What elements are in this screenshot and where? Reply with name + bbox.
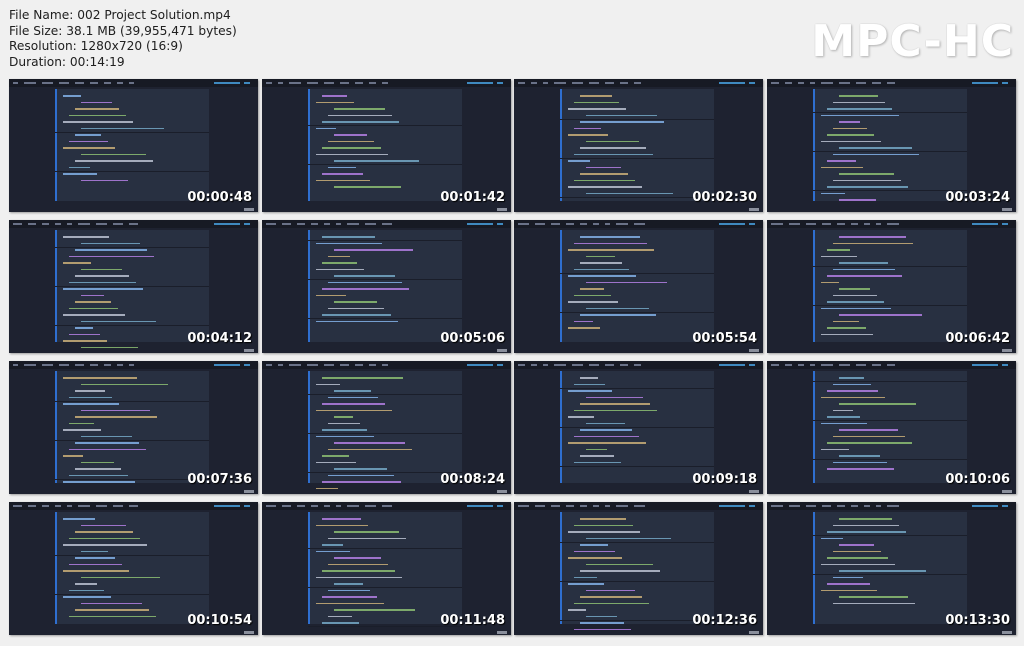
thumbnail-corner-mark	[1002, 490, 1012, 493]
video-thumbnail: 00:06:42	[767, 220, 1016, 353]
editor-menu-bar	[262, 79, 511, 87]
thumbnail-timestamp: 00:07:36	[187, 472, 252, 487]
code-editor-area	[308, 230, 462, 342]
video-thumbnail: 00:00:48	[9, 79, 258, 212]
resolution: Resolution: 1280x720 (16:9)	[9, 39, 183, 54]
thumbnail-timestamp: 00:02:30	[692, 190, 757, 205]
thumbnail-corner-mark	[244, 490, 254, 493]
editor-menu-bar	[767, 361, 1016, 369]
video-thumbnail: 00:09:18	[514, 361, 763, 494]
editor-menu-bar	[9, 79, 258, 87]
code-editor-area	[55, 230, 209, 348]
thumbnail-corner-mark	[497, 490, 507, 493]
video-thumbnail: 00:12:36	[514, 502, 763, 635]
video-thumbnail: 00:01:42	[262, 79, 511, 212]
thumbnail-corner-mark	[244, 349, 254, 352]
video-thumbnail: 00:04:12	[9, 220, 258, 353]
code-editor-area	[813, 89, 967, 201]
editor-menu-bar	[767, 502, 1016, 510]
thumbnail-timestamp: 00:10:06	[945, 472, 1010, 487]
video-thumbnail: 00:13:30	[767, 502, 1016, 635]
code-editor-area	[55, 371, 209, 483]
editor-menu-bar	[262, 502, 511, 510]
thumbnail-timestamp: 00:13:30	[945, 613, 1010, 628]
code-editor-area	[813, 230, 967, 342]
video-thumbnail: 00:11:48	[262, 502, 511, 635]
thumbnail-timestamp: 00:01:42	[440, 190, 505, 205]
video-thumbnail: 00:05:06	[262, 220, 511, 353]
code-editor-area	[308, 512, 462, 627]
code-editor-area	[55, 89, 209, 201]
code-editor-area	[560, 371, 714, 483]
code-editor-area	[560, 512, 714, 630]
mpc-hc-logo: MPC-HC	[811, 16, 1014, 67]
thumbnail-timestamp: 00:08:24	[440, 472, 505, 487]
editor-menu-bar	[262, 220, 511, 228]
editor-menu-bar	[514, 79, 763, 87]
code-editor-area	[813, 512, 967, 624]
code-editor-area	[560, 230, 714, 342]
thumbnail-corner-mark	[497, 349, 507, 352]
code-editor-area	[308, 89, 462, 201]
code-editor-area	[560, 89, 714, 201]
thumbnail-timestamp: 00:05:06	[440, 331, 505, 346]
file-info: File Name: 002 Project Solution.mp4 File…	[9, 8, 237, 70]
editor-menu-bar	[9, 220, 258, 228]
video-thumbnail: 00:10:06	[767, 361, 1016, 494]
thumbnail-timestamp: 00:10:54	[187, 613, 252, 628]
thumbnail-grid: 00:00:48 00:01:42 00:02:30 00:03:24 00:04:12…	[9, 79, 1016, 635]
video-thumbnail: 00:03:24	[767, 79, 1016, 212]
editor-menu-bar	[9, 502, 258, 510]
video-thumbnail: 00:08:24	[262, 361, 511, 494]
editor-menu-bar	[767, 220, 1016, 228]
thumbnail-corner-mark	[244, 631, 254, 634]
code-editor-area	[308, 371, 462, 489]
thumbnail-corner-mark	[749, 349, 759, 352]
thumbnail-timestamp: 00:11:48	[440, 613, 505, 628]
video-thumbnail: 00:02:30	[514, 79, 763, 212]
thumbnail-timestamp: 00:09:18	[692, 472, 757, 487]
thumbnail-timestamp: 00:12:36	[692, 613, 757, 628]
video-thumbnail: 00:10:54	[9, 502, 258, 635]
thumbnail-corner-mark	[497, 208, 507, 211]
thumbnail-timestamp: 00:06:42	[945, 331, 1010, 346]
editor-menu-bar	[262, 361, 511, 369]
editor-menu-bar	[514, 502, 763, 510]
editor-menu-bar	[514, 220, 763, 228]
thumbnail-corner-mark	[244, 208, 254, 211]
thumbnail-timestamp: 00:00:48	[187, 190, 252, 205]
thumbnail-corner-mark	[497, 631, 507, 634]
thumbnail-timestamp: 00:04:12	[187, 331, 252, 346]
thumbnail-corner-mark	[1002, 349, 1012, 352]
code-editor-area	[55, 512, 209, 624]
video-thumbnail: 00:07:36	[9, 361, 258, 494]
editor-menu-bar	[514, 361, 763, 369]
editor-menu-bar	[767, 79, 1016, 87]
file-size: File Size: 38.1 MB (39,955,471 bytes)	[9, 23, 237, 38]
file-name: File Name: 002 Project Solution.mp4	[9, 8, 231, 22]
video-thumbnail: 00:05:54	[514, 220, 763, 353]
thumbnail-timestamp: 00:05:54	[692, 331, 757, 346]
thumbnail-timestamp: 00:03:24	[945, 190, 1010, 205]
thumbnail-corner-mark	[749, 631, 759, 634]
thumbnail-corner-mark	[1002, 208, 1012, 211]
code-editor-area	[813, 371, 967, 483]
editor-menu-bar	[9, 361, 258, 369]
duration: Duration: 00:14:19	[9, 54, 125, 69]
thumbnail-corner-mark	[749, 208, 759, 211]
thumbnail-corner-mark	[749, 490, 759, 493]
thumbnail-corner-mark	[1002, 631, 1012, 634]
